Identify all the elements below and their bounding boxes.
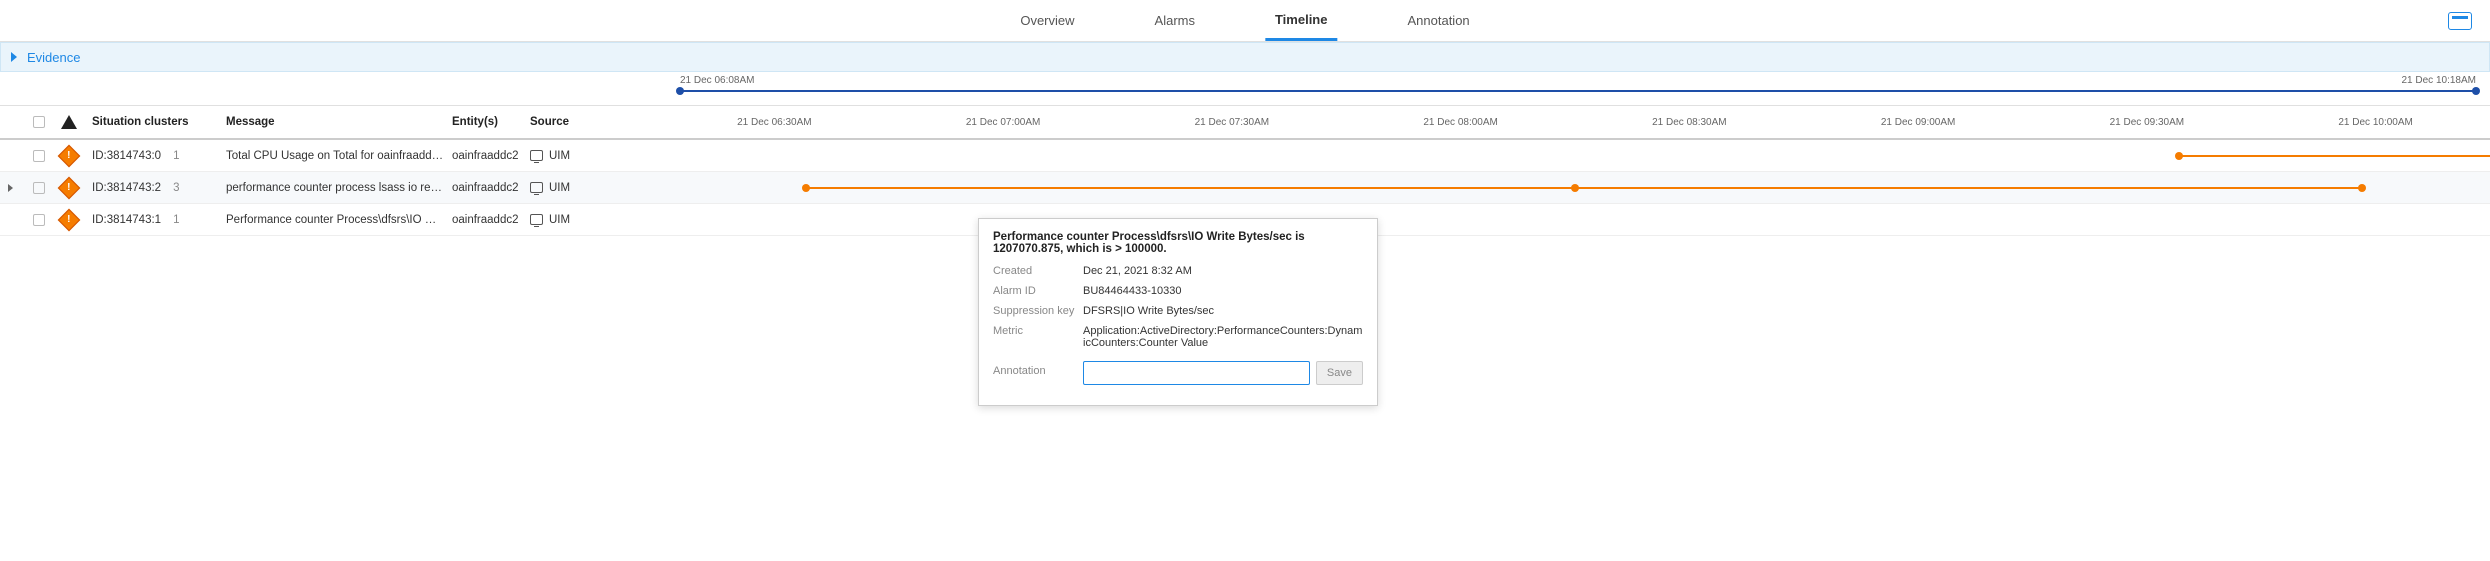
table-header: Situation clusters Message Entity(s) Sou…	[0, 106, 2490, 140]
cluster-id: ID:3814743:0	[92, 150, 161, 162]
row-source: UIM	[549, 182, 570, 194]
cluster-id: ID:3814743:1	[92, 214, 161, 226]
time-ruler: 21 Dec 06:08AM 21 Dec 10:18AM	[0, 72, 2490, 106]
col-clusters[interactable]: Situation clusters	[86, 116, 220, 128]
created-value: Dec 21, 2021 8:32 AM	[1083, 265, 1363, 277]
row-checkbox[interactable]	[33, 214, 45, 226]
ruler-start-handle[interactable]	[676, 87, 684, 95]
ruler-track[interactable]	[680, 90, 2476, 92]
tab-label: Overview	[1020, 13, 1074, 28]
event-details-popover: Performance counter Process\dfsrs\IO Wri…	[978, 218, 1378, 406]
row-checkbox[interactable]	[33, 182, 45, 194]
cluster-count: 1	[173, 150, 179, 162]
timeline-cell[interactable]	[660, 172, 2490, 203]
monitor-icon	[530, 150, 543, 161]
tabs-bar: Overview Alarms Timeline Annotation	[0, 0, 2490, 42]
row-entity: oainfraaddc2	[446, 214, 520, 226]
evidence-label: Evidence	[27, 50, 80, 65]
tab-timeline[interactable]: Timeline	[1265, 0, 1338, 41]
save-button[interactable]: Save	[1316, 361, 1363, 385]
time-tick: 21 Dec 09:30AM	[2033, 106, 2262, 138]
time-tick: 21 Dec 07:30AM	[1118, 106, 1347, 138]
annotation-label: Annotation	[993, 365, 1083, 377]
row-source: UIM	[549, 150, 570, 162]
row-message: Total CPU Usage on Total for oainfraaddc…	[220, 150, 446, 162]
ruler-end-handle[interactable]	[2472, 87, 2480, 95]
ruler-start-label: 21 Dec 06:08AM	[680, 75, 755, 86]
table-row[interactable]: ! ID:3814743:0 1 Total CPU Usage on Total…	[0, 140, 2490, 172]
timeline-cell[interactable]	[660, 140, 2490, 171]
col-message[interactable]: Message	[220, 116, 446, 128]
suppression-label: Suppression key	[993, 305, 1083, 317]
tab-alarms[interactable]: Alarms	[1145, 0, 1205, 41]
chevron-right-icon	[11, 52, 17, 62]
table-row[interactable]: ! ID:3814743:2 3 performance counter proc…	[0, 172, 2490, 204]
event-dot[interactable]	[1571, 184, 1579, 192]
time-ticks: 21 Dec 06:30AM 21 Dec 07:00AM 21 Dec 07:…	[660, 106, 2490, 138]
time-tick: 21 Dec 08:00AM	[1346, 106, 1575, 138]
timeline-cell[interactable]	[660, 204, 2490, 235]
popover-title: Performance counter Process\dfsrs\IO Wri…	[993, 231, 1363, 255]
event-dot[interactable]	[2358, 184, 2366, 192]
tab-annotation[interactable]: Annotation	[1397, 0, 1479, 41]
cluster-id: ID:3814743:2	[92, 182, 161, 194]
ruler-end-label: 21 Dec 10:18AM	[2402, 75, 2477, 86]
time-tick: 21 Dec 10:00AM	[2261, 106, 2490, 138]
cluster-count: 1	[173, 214, 179, 226]
alarmid-value: BU84464433-10330	[1083, 285, 1363, 297]
severity-minor-icon: !	[58, 144, 81, 167]
row-source: UIM	[549, 214, 570, 226]
row-checkbox[interactable]	[33, 150, 45, 162]
monitor-icon	[530, 182, 543, 193]
event-dot[interactable]	[2175, 152, 2183, 160]
col-source[interactable]: Source	[520, 116, 660, 128]
row-entity: oainfraaddc2	[446, 182, 520, 194]
alarmid-label: Alarm ID	[993, 285, 1083, 297]
severity-minor-icon: !	[58, 208, 81, 231]
metric-label: Metric	[993, 325, 1083, 337]
event-dot[interactable]	[802, 184, 810, 192]
col-entity[interactable]: Entity(s)	[446, 116, 520, 128]
select-all-checkbox[interactable]	[33, 116, 45, 128]
col-source-label: Source	[530, 116, 569, 128]
row-message: performance counter process lsass io rea…	[220, 182, 446, 194]
time-tick: 21 Dec 06:30AM	[660, 106, 889, 138]
annotation-input[interactable]	[1083, 361, 1310, 385]
severity-minor-icon: !	[58, 176, 81, 199]
row-message: Performance counter Process\dfsrs\IO Wri…	[220, 214, 446, 226]
cluster-count: 3	[173, 182, 179, 194]
tab-label: Alarms	[1155, 13, 1195, 28]
warning-triangle-icon	[61, 115, 77, 129]
time-tick: 21 Dec 08:30AM	[1575, 106, 1804, 138]
metric-value: Application:ActiveDirectory:PerformanceC…	[1083, 325, 1363, 349]
expand-row-icon[interactable]	[8, 184, 13, 192]
tab-label: Timeline	[1275, 12, 1328, 27]
tab-overview[interactable]: Overview	[1010, 0, 1084, 41]
suppression-value: DFSRS|IO Write Bytes/sec	[1083, 305, 1363, 317]
evidence-bar[interactable]: Evidence	[0, 42, 2490, 72]
tab-label: Annotation	[1407, 13, 1469, 28]
row-entity: oainfraaddc2	[446, 150, 520, 162]
calendar-icon[interactable]	[2448, 12, 2472, 30]
time-tick: 21 Dec 07:00AM	[889, 106, 1118, 138]
monitor-icon	[530, 214, 543, 225]
created-label: Created	[993, 265, 1083, 277]
severity-header	[52, 115, 86, 129]
time-tick: 21 Dec 09:00AM	[1804, 106, 2033, 138]
